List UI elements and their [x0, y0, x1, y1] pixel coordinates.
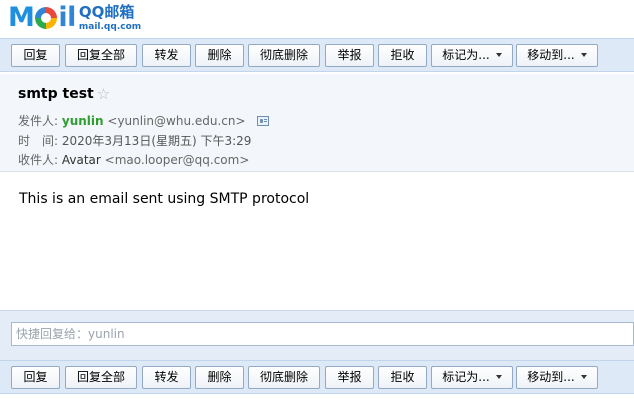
contact-card-icon[interactable] — [257, 115, 270, 126]
chevron-down-icon — [495, 52, 502, 57]
reply-all-button[interactable]: 回复全部 — [65, 44, 137, 67]
time-row: 时 间: 2020年3月13日(星期五) 下午3:29 — [18, 132, 251, 149]
forward-button[interactable]: 转发 — [142, 44, 191, 67]
recipient-address: <mao.looper@qq.com> — [104, 153, 250, 167]
qq-mail-logo[interactable]: Mil QQ邮箱 mail.qq.com — [8, 3, 141, 37]
delete-permanently-button[interactable]: 彻底删除 — [248, 44, 320, 67]
logo-domain: mail.qq.com — [78, 22, 142, 32]
mail-subject: smtp test ☆ — [18, 85, 111, 103]
quick-reply-input[interactable] — [11, 322, 634, 346]
recipient-row: 收件人: Avatar <mao.looper@qq.com> — [18, 151, 249, 168]
delete-button[interactable]: 删除 — [195, 44, 244, 67]
delete-permanently-button[interactable]: 彻底删除 — [248, 366, 320, 389]
qq-mail-read-view: Mil QQ邮箱 mail.qq.com 回复 回复全部 转发 删除 彻底删除 … — [0, 0, 634, 401]
reply-all-button[interactable]: 回复全部 — [65, 366, 137, 389]
reject-button[interactable]: 拒收 — [378, 366, 427, 389]
mail-header: smtp test ☆ 发件人: yunlin <yunlin@whu.edu.… — [0, 74, 634, 172]
forward-button[interactable]: 转发 — [142, 366, 191, 389]
chevron-down-icon — [580, 374, 587, 379]
reject-button[interactable]: 拒收 — [378, 44, 427, 67]
recipient-name[interactable]: Avatar — [62, 153, 101, 167]
logo-o-icon — [35, 7, 58, 29]
move-to-dropdown[interactable]: 移动到... — [516, 44, 598, 67]
reply-button[interactable]: 回复 — [11, 44, 60, 67]
sender-label: 发件人: — [18, 114, 59, 128]
recipient-label: 收件人: — [18, 153, 59, 167]
chevron-down-icon — [495, 374, 502, 379]
report-spam-button[interactable]: 举报 — [325, 366, 374, 389]
top-toolbar: 回复 回复全部 转发 删除 彻底删除 举报 拒收 标记为... 移动到... — [0, 38, 634, 72]
time-label: 时 间: — [18, 134, 59, 148]
star-icon[interactable]: ☆ — [97, 85, 110, 103]
chevron-down-icon — [580, 52, 587, 57]
report-spam-button[interactable]: 举报 — [325, 44, 374, 67]
mail-body-text: This is an email sent using SMTP protoco… — [19, 191, 310, 207]
logo-name: QQ邮箱 — [78, 3, 135, 21]
delete-button[interactable]: 删除 — [195, 366, 244, 389]
quick-reply-bar — [0, 310, 634, 360]
mail-wordmark: Mil — [8, 2, 76, 33]
reply-button[interactable]: 回复 — [11, 366, 60, 389]
sender-row: 发件人: yunlin <yunlin@whu.edu.cn> — [18, 112, 270, 129]
mark-as-dropdown[interactable]: 标记为... — [431, 44, 513, 67]
sender-name[interactable]: yunlin — [62, 114, 104, 128]
time-value: 2020年3月13日(星期五) 下午3:29 — [61, 134, 252, 148]
bottom-toolbar: 回复 回复全部 转发 删除 彻底删除 举报 拒收 标记为... 移动到... — [0, 360, 634, 394]
move-to-dropdown[interactable]: 移动到... — [516, 366, 598, 389]
mark-as-dropdown[interactable]: 标记为... — [431, 366, 513, 389]
sender-address: <yunlin@whu.edu.cn> — [107, 114, 246, 128]
